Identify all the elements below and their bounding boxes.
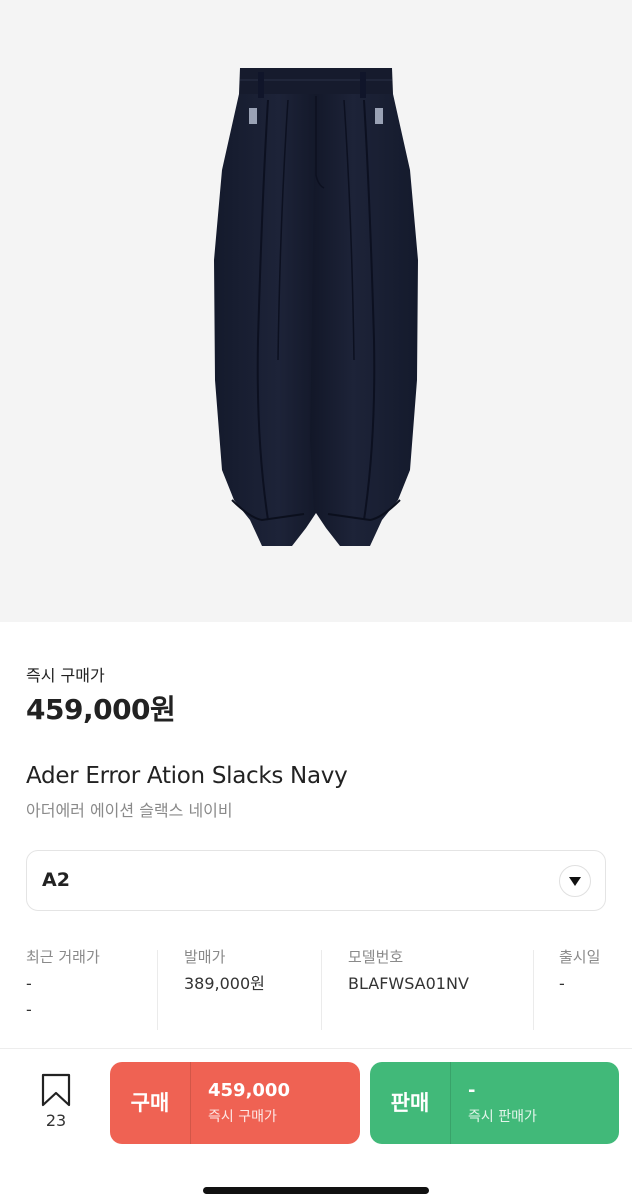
buy-button[interactable]: 구매 459,000 즉시 구매가 (110, 1062, 360, 1144)
product-name-ko: 아더에러 에이션 슬랙스 네이비 (26, 801, 233, 820)
bookmark-button[interactable]: 23 (26, 1073, 86, 1133)
info-release-date: 출시일 - (559, 946, 600, 1034)
sell-button[interactable]: 판매 - 즉시 판매가 (370, 1062, 619, 1144)
price-label: 즉시 구매가 (26, 666, 105, 685)
info-release-price: 발매가 389,000원 (184, 946, 265, 1034)
sell-button-separator (450, 1062, 451, 1144)
sell-button-label: 판매 (390, 1091, 430, 1115)
size-selected-value: A2 (42, 869, 70, 891)
instant-buy-price: 459,000원 (26, 693, 176, 726)
bottom-bar-divider (0, 1048, 632, 1049)
sell-button-sub: 즉시 판매가 (468, 1109, 537, 1125)
buy-button-label: 구매 (130, 1091, 170, 1115)
buy-button-sub: 즉시 구매가 (208, 1109, 277, 1125)
buy-button-price: 459,000 (208, 1080, 290, 1101)
product-info-row: 최근 거래가 - - 발매가 389,000원 모델번호 BLAFWSA01NV… (0, 946, 632, 1034)
info-label: 출시일 (559, 948, 601, 966)
product-image[interactable] (0, 0, 632, 622)
caret-down-icon (569, 877, 581, 886)
info-value: BLAFWSA01NV (348, 974, 469, 993)
info-value-line: - (26, 974, 32, 993)
info-model-number: 모델번호 BLAFWSA01NV (348, 946, 469, 1034)
bookmark-count: 23 (45, 1111, 67, 1130)
sell-button-price: - (468, 1080, 476, 1101)
info-value: - - (26, 973, 100, 1021)
info-label: 발매가 (184, 948, 226, 966)
info-divider (533, 950, 534, 1030)
info-divider (157, 950, 158, 1030)
info-label: 최근 거래가 (26, 948, 100, 966)
info-value: 389,000원 (184, 974, 265, 993)
bookmark-icon (41, 1073, 71, 1107)
product-name-en: Ader Error Ation Slacks Navy (26, 763, 348, 789)
size-selector[interactable]: A2 (26, 850, 606, 911)
info-label: 모델번호 (348, 948, 404, 966)
buy-button-separator (190, 1062, 191, 1144)
info-recent-trade: 최근 거래가 - - (26, 946, 100, 1034)
pants-illustration (214, 68, 418, 546)
info-value: - (559, 974, 565, 993)
info-value-line: - (26, 1000, 32, 1019)
home-indicator[interactable] (203, 1187, 429, 1194)
size-dropdown-button[interactable] (559, 865, 591, 897)
info-divider (321, 950, 322, 1030)
